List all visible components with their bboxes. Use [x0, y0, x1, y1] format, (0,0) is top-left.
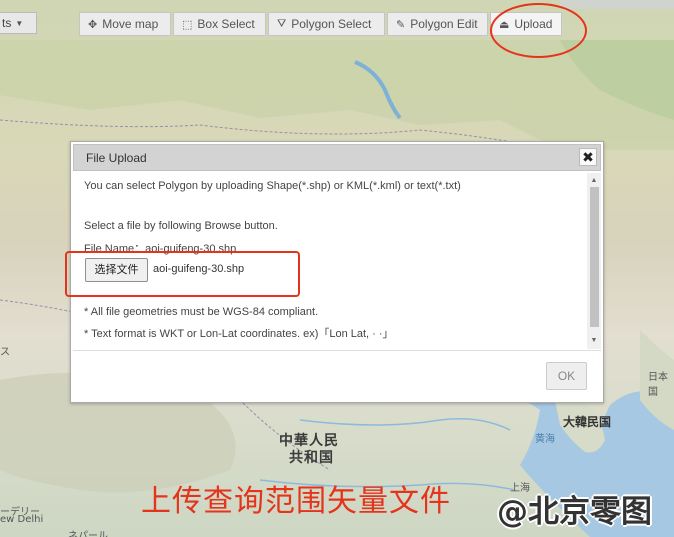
- map-label-china-line2: 共和国: [289, 450, 334, 466]
- wgs84-note: * All file geometries must be WGS-84 com…: [84, 306, 319, 318]
- map-label-yellow-sea: 黄海: [535, 434, 555, 445]
- move-map-label: Move map: [102, 17, 159, 31]
- map-label-korea: 大韓民国: [563, 415, 612, 429]
- box-select-icon: ⬚: [182, 18, 193, 31]
- annotation-rect: [65, 251, 300, 297]
- move-icon: ✥: [88, 18, 98, 31]
- map-label-japan: 日本国: [648, 372, 668, 398]
- polygon-select-icon: ⛛: [277, 17, 287, 30]
- dialog-scrollbar[interactable]: ▲ ▼: [587, 173, 601, 349]
- annotation-ellipse: [490, 3, 587, 58]
- box-select-button[interactable]: ⬚ Box Select: [173, 12, 266, 36]
- map-label-left-partial: ス: [0, 347, 10, 358]
- polygon-select-label: Polygon Select: [291, 17, 372, 31]
- polygon-edit-button[interactable]: ✎ Polygon Edit: [387, 12, 488, 36]
- dialog-instruction-text: Select a file by following Browse button…: [84, 220, 278, 232]
- polygon-select-button[interactable]: ⛛ Polygon Select: [268, 12, 385, 36]
- scroll-thumb[interactable]: [590, 187, 599, 327]
- polygon-edit-label: Polygon Edit: [410, 17, 478, 31]
- move-map-button[interactable]: ✥ Move map: [79, 12, 171, 36]
- annotation-caption: 上传查询范围矢量文件: [141, 484, 451, 519]
- dialog-titlebar[interactable]: File Upload ✖: [73, 144, 601, 171]
- text-format-note: * Text format is WKT or Lon-Lat coordina…: [84, 328, 394, 340]
- layer-select-label: ts: [2, 16, 12, 30]
- layer-select[interactable]: ts ▼: [0, 12, 37, 34]
- dialog-divider: [73, 350, 601, 351]
- map-label-nepal: ネパール: [68, 531, 108, 537]
- close-icon[interactable]: ✖: [579, 148, 597, 166]
- chevron-down-icon: ▼: [15, 18, 24, 28]
- watermark: @北京零图: [497, 494, 652, 530]
- ok-button[interactable]: OK: [546, 362, 587, 390]
- polygon-edit-icon: ✎: [396, 18, 406, 31]
- map-label-new-delhi: ew Delhi: [0, 514, 44, 525]
- dialog-intro-text: You can select Polygon by uploading Shap…: [84, 180, 461, 192]
- scroll-up-icon[interactable]: ▲: [587, 175, 601, 187]
- scroll-down-icon[interactable]: ▼: [587, 335, 601, 347]
- dialog-title: File Upload: [86, 151, 147, 165]
- box-select-label: Box Select: [197, 17, 255, 31]
- toolbar-strip: [560, 0, 674, 9]
